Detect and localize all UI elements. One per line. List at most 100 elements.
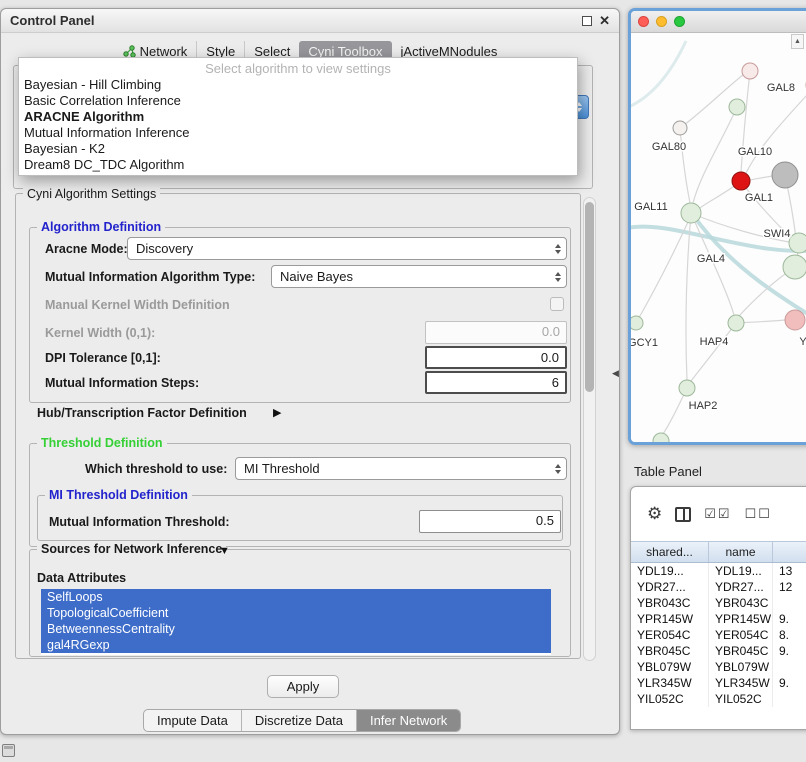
list-item[interactable]: TopologicalCoefficient (41, 605, 551, 621)
network-scrollbar-up-button[interactable]: ▲ (791, 34, 804, 49)
network-canvas[interactable]: GAL8 GAL80 GAL10 GAL11 GAL1 SWI4 GAL4 GC… (631, 33, 806, 442)
table-cell (773, 595, 806, 611)
minimized-panel-icon[interactable] (2, 744, 15, 757)
network-node-red[interactable] (732, 172, 750, 190)
manual-kernel-checkbox[interactable] (550, 297, 564, 311)
network-node[interactable] (681, 203, 701, 223)
node-label: GAL4 (697, 253, 725, 265)
menu-item-selected[interactable]: ARACNE Algorithm (19, 109, 577, 125)
table-cell: YDL19... (631, 563, 709, 579)
collapse-down-icon[interactable]: ▼ (219, 545, 230, 557)
node-label: GAL10 (738, 146, 772, 158)
dpi-tolerance-field[interactable]: 0.0 (425, 346, 567, 369)
table-cell: YDR27... (631, 579, 709, 595)
network-node[interactable] (653, 433, 669, 442)
list-item[interactable]: BetweennessCentrality (41, 621, 551, 637)
network-node[interactable] (789, 233, 806, 253)
network-node[interactable] (673, 121, 687, 135)
manual-kernel-label: Manual Kernel Width Definition (45, 298, 230, 312)
table-row[interactable]: YPR145W YPR145W 9. (631, 611, 806, 627)
mi-steps-field[interactable]: 6 (425, 371, 567, 394)
apply-button[interactable]: Apply (267, 675, 339, 698)
table-cell: YIL052C (631, 691, 709, 707)
table-row[interactable]: YIL052C YIL052C (631, 691, 806, 707)
node-label: Y (799, 336, 806, 348)
tab-discretize-data[interactable]: Discretize Data (241, 710, 356, 731)
table-cell: YBR045C (709, 643, 773, 659)
menu-item[interactable]: Mutual Information Inference (19, 125, 577, 141)
node-label: GAL1 (745, 192, 773, 204)
table-header: shared... name (631, 541, 806, 563)
list-item[interactable]: SelfLoops (41, 589, 551, 605)
table-cell: YBR043C (631, 595, 709, 611)
which-threshold-combobox[interactable]: MI Threshold (235, 457, 567, 480)
table-row[interactable]: YBR045C YBR045C 9. (631, 643, 806, 659)
table-cell: YDL19... (709, 563, 773, 579)
kernel-width-label: Kernel Width (0,1): (45, 326, 155, 340)
control-panel-titlebar[interactable]: Control Panel ✕ (1, 9, 619, 33)
gear-icon[interactable]: ⚙ (647, 504, 662, 524)
which-threshold-value: MI Threshold (244, 461, 320, 476)
menu-item[interactable]: Bayesian - Hill Climbing (19, 77, 577, 93)
list-item[interactable]: gal4RGexp (41, 637, 551, 653)
network-node-gray[interactable] (772, 162, 798, 188)
column-header-name[interactable]: name (709, 542, 773, 562)
table-row[interactable]: YDL19... YDL19... 13 (631, 563, 806, 579)
table-cell: 9. (773, 675, 806, 691)
float-window-icon[interactable] (582, 16, 592, 26)
table-cell: YER054C (709, 627, 773, 643)
network-node[interactable] (679, 380, 695, 396)
network-node[interactable] (783, 255, 806, 279)
which-threshold-label: Which threshold to use: (85, 462, 227, 476)
kernel-width-field[interactable]: 0.0 (425, 321, 567, 344)
close-traffic-light-icon[interactable] (638, 16, 649, 27)
table-cell: YBR045C (631, 643, 709, 659)
network-node[interactable] (728, 315, 744, 331)
collapse-right-icon[interactable]: ▶ (273, 406, 281, 419)
combo-arrows-icon (555, 464, 561, 474)
scrollbar-thumb[interactable] (585, 202, 594, 392)
network-view-window[interactable]: GAL8 GAL80 GAL10 GAL11 GAL1 SWI4 GAL4 GC… (628, 8, 806, 445)
network-window-titlebar[interactable] (631, 11, 806, 33)
column-header-extra[interactable] (773, 542, 806, 562)
mi-type-combobox[interactable]: Naive Bayes (271, 265, 567, 288)
splitter-collapse-icon[interactable]: ◀ (612, 368, 619, 379)
menu-item[interactable]: Bayesian - K2 (19, 141, 577, 157)
tab-infer-network[interactable]: Infer Network (356, 710, 460, 731)
select-all-checkboxes-icon[interactable]: ☑☑ (704, 506, 731, 522)
table-cell: 13 (773, 563, 806, 579)
data-attributes-list: SelfLoops TopologicalCoefficient Between… (41, 589, 551, 655)
node-label: GAL11 (634, 201, 667, 213)
network-node[interactable] (785, 310, 805, 330)
deselect-all-checkboxes-icon[interactable]: ☐☐ (745, 506, 772, 522)
node-label: SWI4 (764, 228, 791, 240)
table-row[interactable]: YLR345W YLR345W 9. (631, 675, 806, 691)
table-row[interactable]: YBL079W YBL079W (631, 659, 806, 675)
node-label: HAP4 (700, 336, 729, 348)
sources-title: Sources for Network Inference (37, 542, 226, 556)
tab-impute-data[interactable]: Impute Data (144, 710, 241, 731)
mi-threshold-field[interactable]: 0.5 (419, 510, 561, 533)
menu-item[interactable]: Dream8 DC_TDC Algorithm (19, 157, 577, 173)
mi-threshold-definition-title: MI Threshold Definition (45, 488, 192, 502)
table-row[interactable]: YBR043C YBR043C (631, 595, 806, 611)
settings-scrollbar[interactable] (583, 197, 596, 661)
close-icon[interactable]: ✕ (599, 16, 610, 26)
network-node[interactable] (631, 316, 643, 330)
algorithm-definition-title: Algorithm Definition (37, 220, 165, 234)
menu-item[interactable]: Basic Correlation Inference (19, 93, 577, 109)
mi-steps-label: Mutual Information Steps: (45, 376, 199, 390)
mi-threshold-label: Mutual Information Threshold: (49, 515, 230, 529)
network-node[interactable] (729, 99, 745, 115)
table-row[interactable]: YER054C YER054C 8. (631, 627, 806, 643)
table-cell: 9. (773, 611, 806, 627)
table-cell: YBR043C (709, 595, 773, 611)
aracne-mode-combobox[interactable]: Discovery (127, 237, 567, 260)
table-cell: 9. (773, 643, 806, 659)
column-header-shared[interactable]: shared... (631, 542, 709, 562)
minimize-traffic-light-icon[interactable] (656, 16, 667, 27)
table-row[interactable]: YDR27... YDR27... 12 (631, 579, 806, 595)
zoom-traffic-light-icon[interactable] (674, 16, 685, 27)
network-node[interactable] (742, 63, 758, 79)
columns-icon[interactable] (675, 507, 691, 522)
